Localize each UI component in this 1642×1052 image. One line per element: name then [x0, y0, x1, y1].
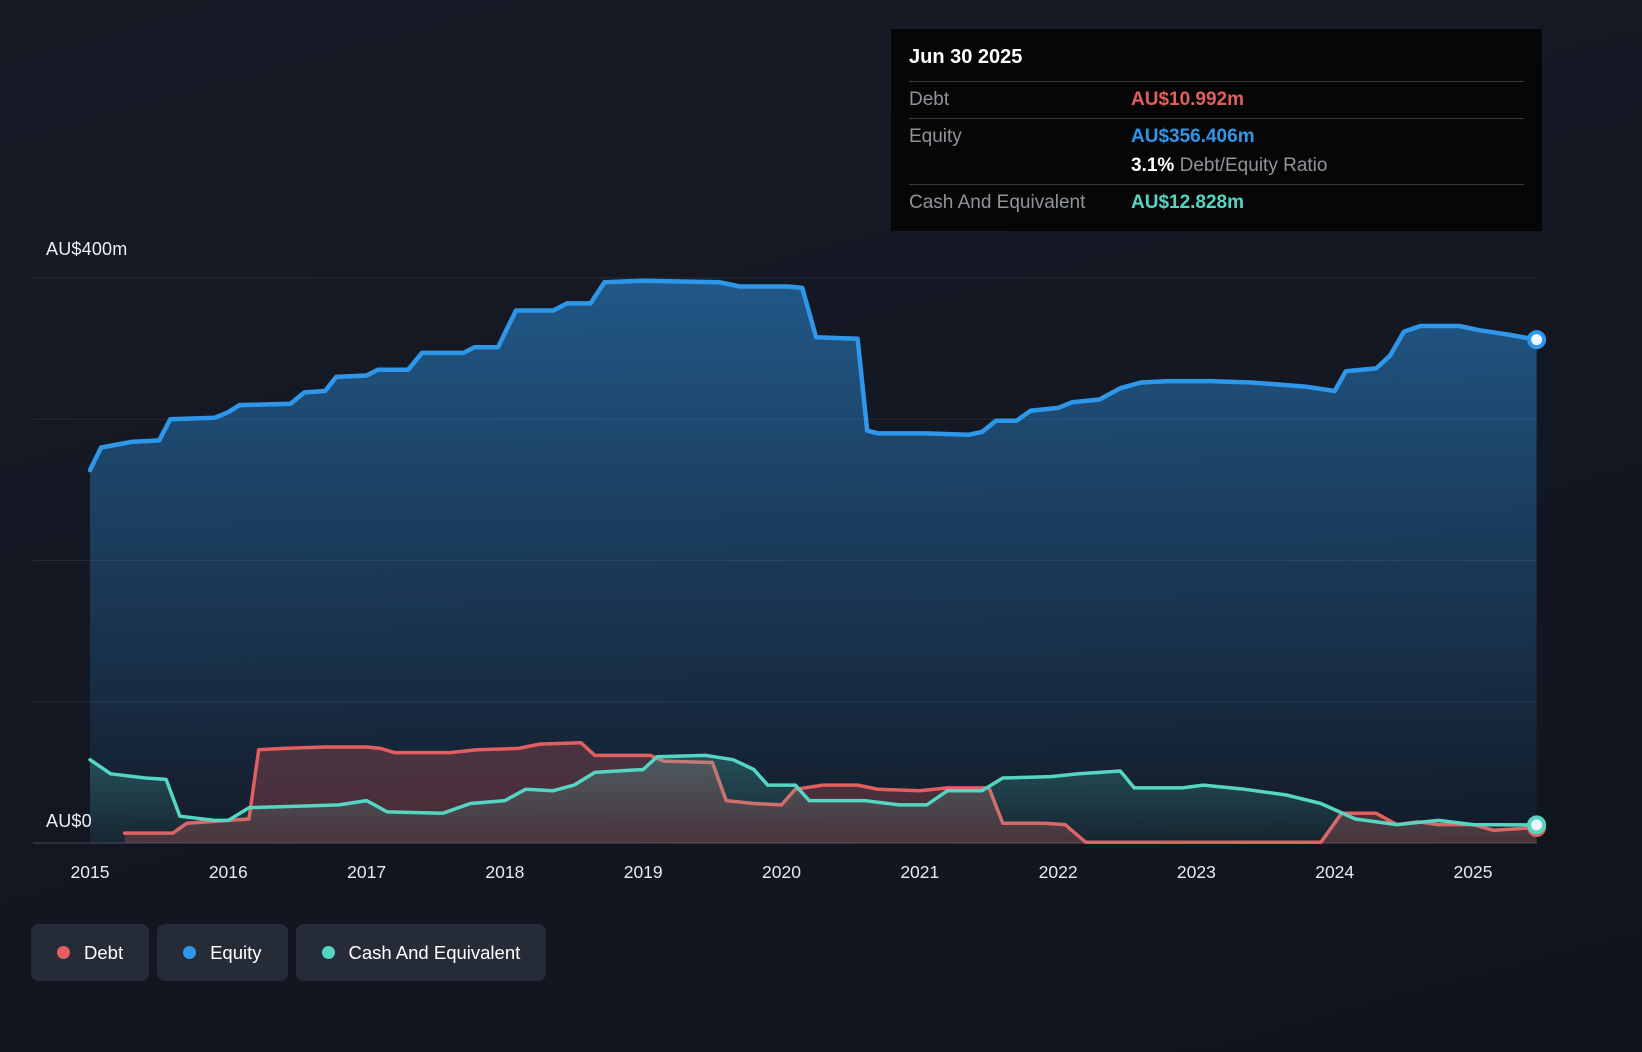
debt-legend-dot-icon — [57, 946, 70, 959]
legend-item-equity[interactable]: Equity — [157, 924, 288, 981]
x-tick-2020: 2020 — [762, 862, 801, 882]
tooltip-cash-label: Cash And Equivalent — [909, 192, 1086, 213]
x-tick-2019: 2019 — [624, 862, 663, 882]
x-tick-2024: 2024 — [1315, 862, 1354, 882]
legend-debt-label: Debt — [84, 941, 124, 963]
chart-legend: Debt Equity Cash And Equivalent — [31, 924, 547, 981]
x-tick-2025: 2025 — [1454, 862, 1493, 882]
tooltip-row-debt: Debt AU$10.992m — [909, 81, 1524, 118]
x-tick-2021: 2021 — [900, 862, 939, 882]
x-tick-2022: 2022 — [1039, 862, 1078, 882]
equity-legend-dot-icon — [183, 946, 197, 959]
tooltip-ratio-label: Debt/Equity Ratio — [1179, 155, 1328, 176]
x-tick-2017: 2017 — [347, 862, 386, 882]
tooltip-cash-value: AU$12.828m — [1131, 192, 1245, 213]
tooltip-ratio-value: 3.1% — [1131, 155, 1175, 176]
tooltip-row-equity: Equity AU$356.406m — [909, 118, 1524, 155]
tooltip-row-ratio: 3.1% Debt/Equity Ratio — [909, 155, 1524, 184]
tooltip-row-cash: Cash And Equivalent AU$12.828m — [909, 184, 1524, 221]
legend-cash-label: Cash And Equivalent — [348, 941, 521, 963]
legend-equity-label: Equity — [210, 941, 262, 963]
tooltip-equity-value: AU$356.406m — [1131, 126, 1255, 147]
x-tick-2018: 2018 — [485, 862, 524, 882]
equity-endpoint-marker[interactable] — [1527, 330, 1547, 350]
cash-and-equivalent-endpoint-marker[interactable] — [1527, 815, 1547, 835]
tooltip-ratio: 3.1% Debt/Equity Ratio — [1131, 155, 1524, 177]
x-tick-2015: 2015 — [71, 862, 110, 882]
tooltip-debt-label: Debt — [909, 89, 950, 110]
legend-item-cash[interactable]: Cash And Equivalent — [295, 924, 547, 981]
tooltip-equity-label: Equity — [909, 126, 962, 147]
y-axis-label-0: AU$0 — [46, 811, 92, 831]
tooltip-date: Jun 30 2025 — [909, 46, 1023, 68]
tooltip-debt-value: AU$10.992m — [1131, 89, 1245, 110]
cash-legend-dot-icon — [321, 946, 335, 959]
chart-tooltip: Jun 30 2025 Debt AU$10.992m Equity AU$35… — [891, 29, 1542, 231]
x-tick-2023: 2023 — [1177, 862, 1216, 882]
legend-item-debt[interactable]: Debt — [31, 924, 150, 981]
x-tick-2016: 2016 — [209, 862, 248, 882]
y-axis-label-400m: AU$400m — [46, 239, 128, 259]
